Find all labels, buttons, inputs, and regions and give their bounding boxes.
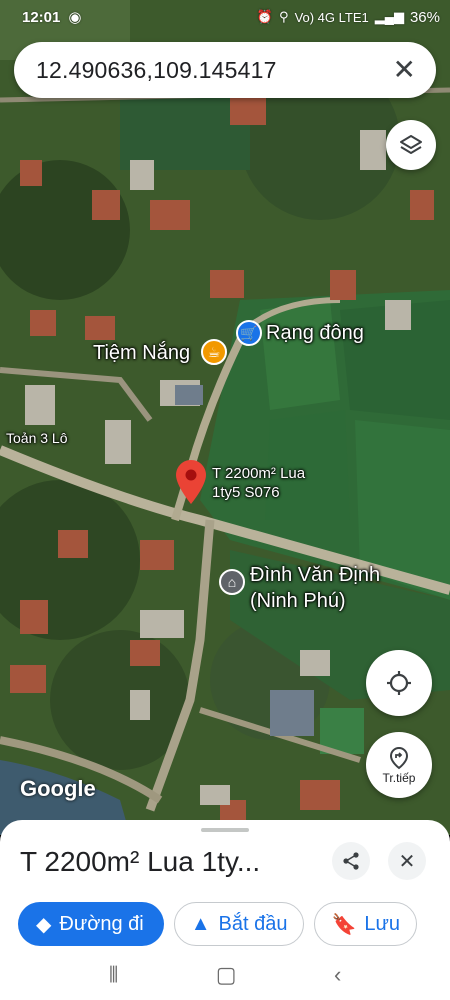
pin-label-line2: 1ty5 S076 [212, 484, 280, 501]
poi-label-tiem-nang[interactable]: Tiệm Nắng [93, 342, 190, 365]
crosshair-icon [387, 671, 411, 695]
place-label-toan-3-lo[interactable]: Toản 3 Lô [6, 430, 68, 446]
signal-icon: ▂▄▆ [374, 9, 404, 24]
poi-label-dinh-van-dinh[interactable]: Đình Văn Định (Ninh Phú) [250, 562, 380, 614]
directions-icon: ◆ [36, 913, 52, 936]
search-query[interactable]: 12.490636,109.145417 [36, 57, 393, 84]
layers-icon [400, 135, 422, 154]
pin-label: T 2200m² Lua 1ty5 S076 [212, 464, 305, 502]
network-indicator: Vo) 4G LTE1 [294, 9, 369, 25]
messenger-icon: ◉ [68, 9, 82, 26]
search-bar[interactable]: 12.490636,109.145417 ✕ [14, 42, 436, 98]
home-icon[interactable]: ▢ [216, 962, 237, 988]
close-sheet-button[interactable]: ✕ [388, 842, 426, 880]
start-button[interactable]: ▲ Bắt đầu [173, 902, 305, 946]
landmark-icon[interactable]: ⌂ [219, 569, 245, 595]
directions-label: Đường đi [59, 912, 144, 935]
cafe-icon[interactable]: ☕ [201, 339, 227, 365]
navigation-arrow-icon: ▲ [190, 912, 211, 935]
action-chips: ◆ Đường đi ▲ Bắt đầu 🔖 Lưu [18, 902, 418, 946]
recent-apps-icon[interactable]: ⦀ [109, 962, 119, 988]
pin-label-line1: T 2200m² Lua [212, 465, 306, 482]
poi-label-rang-dong[interactable]: Rạng đông [266, 322, 364, 345]
alarm-icon: ⏰ [256, 9, 274, 24]
close-icon: ✕ [398, 850, 416, 873]
layers-button[interactable] [386, 120, 436, 170]
clock: 12:01 [22, 8, 61, 26]
share-button[interactable] [332, 842, 370, 880]
location-pin-icon[interactable] [176, 460, 206, 504]
directions-button[interactable]: ◆ Đường đi [18, 902, 164, 946]
sheet-drag-handle[interactable] [201, 828, 249, 832]
start-label: Bắt đầu [218, 912, 288, 935]
shopping-cart-icon[interactable]: 🛒 [236, 320, 262, 346]
place-bottom-sheet[interactable]: T 2200m² Lua 1ty... ✕ ◆ Đường đi ▲ Bắt đ… [0, 820, 450, 950]
back-icon[interactable]: ‹ [334, 962, 341, 988]
bookmark-icon: 🔖 [331, 913, 357, 936]
save-button[interactable]: 🔖 Lưu [314, 902, 418, 946]
status-bar: 12:01 ◉ ⏰ ⚲ Vo) 4G LTE1 ▂▄▆ 36% [0, 0, 450, 34]
clear-search-icon[interactable]: ✕ [393, 56, 416, 84]
place-title: T 2200m² Lua 1ty... [20, 846, 261, 877]
location-icon: ⚲ [279, 9, 289, 24]
battery-level: 36% [409, 8, 440, 26]
directions-next-label: Tr.tiếp [382, 770, 416, 785]
my-location-button[interactable] [366, 650, 432, 716]
save-label: Lưu [364, 912, 401, 935]
system-nav-bar: ⦀ ▢ ‹ [0, 950, 450, 1000]
navigation-pin-icon [389, 746, 409, 769]
google-logo: Google [20, 776, 96, 801]
share-icon [343, 852, 359, 870]
dinh-label-line1: Đình Văn Định [250, 564, 381, 586]
dinh-label-line2: (Ninh Phú) [250, 590, 346, 612]
directions-next-button[interactable]: Tr.tiếp [366, 732, 432, 798]
